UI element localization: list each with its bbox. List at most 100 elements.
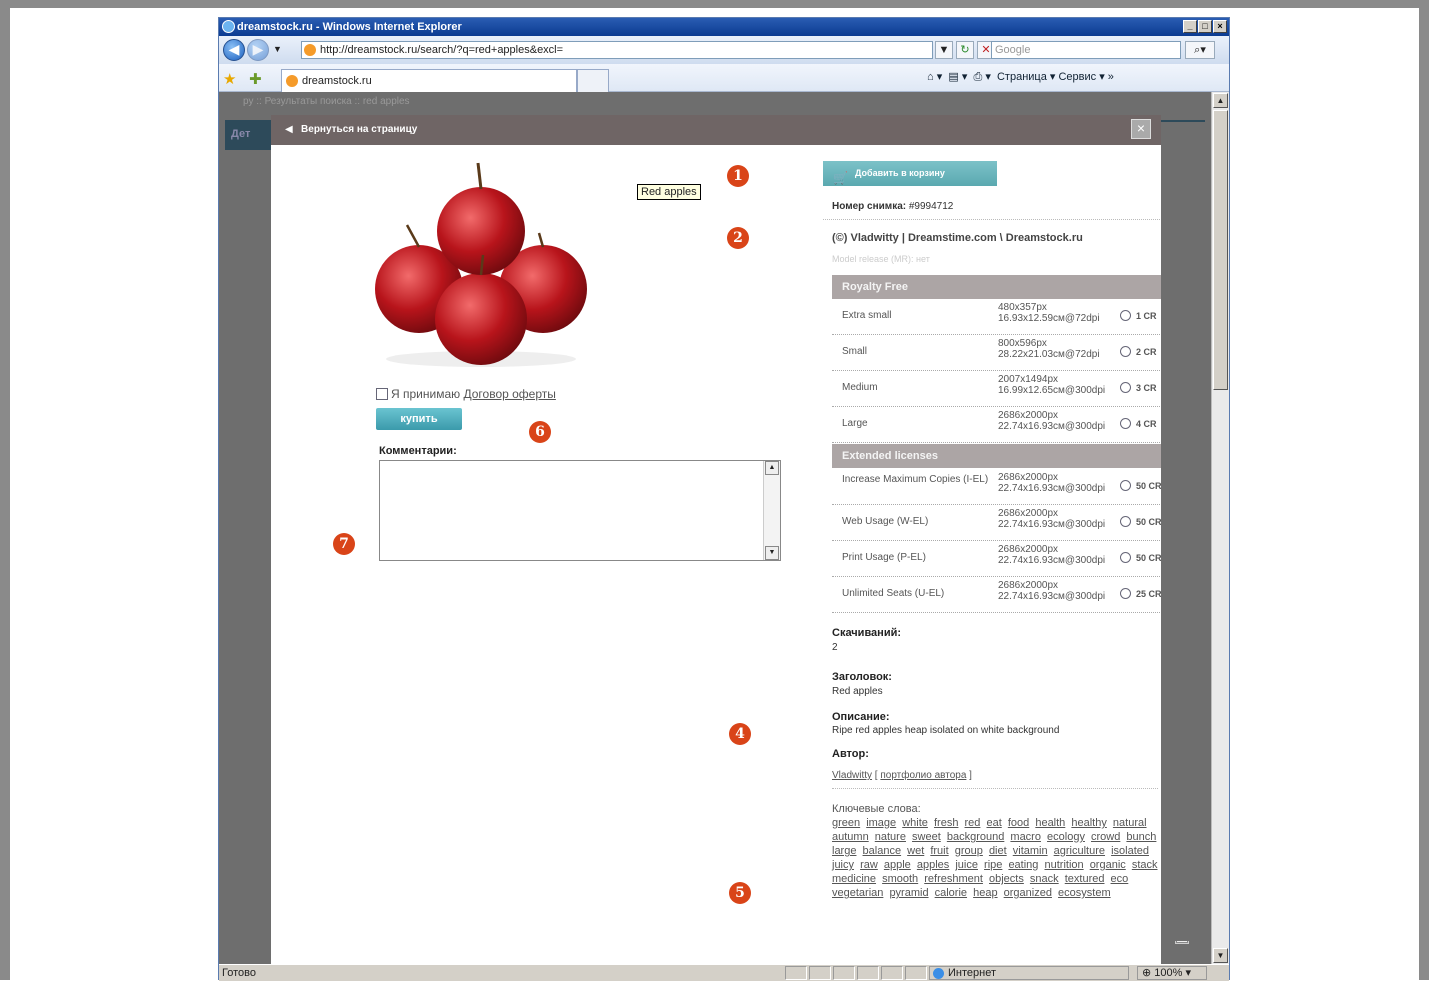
keyword-link[interactable]: juicy [832,859,854,871]
license-radio[interactable] [1120,480,1131,491]
feeds-icon[interactable]: ▤ [948,71,958,83]
page-scrollbar[interactable]: ▲ ▼ [1211,92,1229,964]
home-icon[interactable]: ⌂ [927,71,934,83]
keyword-link[interactable]: healthy [1071,817,1106,829]
keyword-link[interactable]: apples [917,859,949,871]
add-favorites-icon[interactable]: ✚ [249,70,262,88]
scroll-down-icon[interactable]: ▼ [765,546,779,560]
keyword-link[interactable]: vegetarian [832,887,883,899]
keyword-link[interactable]: balance [863,845,902,857]
command-bar-menus[interactable]: Страница ▾ Сервис ▾ [997,71,1105,83]
search-input[interactable]: Google [991,41,1181,59]
extended-license-row[interactable]: Print Usage (P-EL) 2686x2000px 22.74x16.93… [832,541,1166,577]
license-radio[interactable] [1120,588,1131,599]
zoom-control[interactable]: ⊕ 100% ▾ [1137,966,1207,980]
license-radio[interactable] [1120,552,1131,563]
keyword-link[interactable]: ecology [1047,831,1085,843]
keyword-link[interactable]: calorie [935,887,967,899]
new-tab-button[interactable] [577,69,609,93]
add-to-cart-button[interactable]: 🛒 Добавить в корзину [823,161,997,186]
back-arrow-icon[interactable]: ◀ [223,39,245,61]
author-link[interactable]: Vladwitty [832,770,872,781]
keyword-link[interactable]: natural [1113,817,1147,829]
keyword-link[interactable]: pyramid [889,887,928,899]
royalty-free-row[interactable]: Small 800x596px 28.22x21.03см@72dpi 2 CR [832,335,1166,371]
keyword-link[interactable]: macro [1010,831,1041,843]
license-radio[interactable] [1120,310,1131,321]
command-bar[interactable]: ⌂ ▾ ▤ ▾ ⎙ ▾ Страница ▾ Сервис ▾ » [927,70,1114,84]
keyword-link[interactable]: eat [986,817,1001,829]
keyword-link[interactable]: food [1008,817,1029,829]
history-dropdown-icon[interactable]: ▼ [273,44,282,54]
royalty-free-row[interactable]: Large 2686x2000px 22.74x16.93см@300dpi 4 CR [832,407,1166,443]
keyword-link[interactable]: eating [1008,859,1038,871]
keyword-link[interactable]: diet [989,845,1007,857]
keyword-link[interactable]: ecosystem [1058,887,1111,899]
back-to-page-link[interactable]: ◀ Вернуться на страницу [285,124,417,135]
print-icon[interactable]: ⎙ [973,71,982,83]
close-window-button[interactable]: × [1213,20,1227,33]
keyword-link[interactable]: organic [1090,859,1126,871]
keyword-link[interactable]: heap [973,887,997,899]
keyword-link[interactable]: objects [989,873,1024,885]
keyword-link[interactable]: wet [907,845,924,857]
security-zone[interactable]: Интернет [929,966,1129,980]
scroll-up-icon[interactable]: ▲ [1213,93,1228,108]
keyword-link[interactable]: background [947,831,1005,843]
maximize-button[interactable]: □ [1198,20,1212,33]
keyword-link[interactable]: textured [1065,873,1105,885]
scroll-thumb[interactable] [1213,110,1228,390]
keyword-link[interactable]: raw [860,859,878,871]
keyword-link[interactable]: eco [1111,873,1129,885]
keyword-link[interactable]: juice [955,859,978,871]
search-icon[interactable]: ⌕▾ [1185,41,1215,59]
minimize-button[interactable]: _ [1183,20,1197,33]
license-radio[interactable] [1120,382,1131,393]
buy-button[interactable]: купить [376,408,462,430]
address-dropdown-icon[interactable]: ▼ [935,41,953,59]
favorites-star-icon[interactable]: ★ [223,70,236,88]
keyword-link[interactable]: medicine [832,873,876,885]
license-radio[interactable] [1120,346,1131,357]
keyword-link[interactable]: nutrition [1044,859,1083,871]
keyword-link[interactable]: ripe [984,859,1002,871]
scroll-up-icon[interactable]: ▲ [765,461,779,475]
keyword-link[interactable]: snack [1030,873,1059,885]
extended-license-row[interactable]: Web Usage (W-EL) 2686x2000px 22.74x16.93см… [832,505,1166,541]
license-radio[interactable] [1120,418,1131,429]
keyword-link[interactable]: nature [875,831,906,843]
close-icon[interactable]: × [1131,119,1151,139]
comment-textarea[interactable]: ▲ ▼ [379,460,781,561]
keyword-link[interactable]: health [1035,817,1065,829]
license-radio[interactable] [1120,516,1131,527]
keyword-link[interactable]: crowd [1091,831,1120,843]
keyword-link[interactable]: vitamin [1013,845,1048,857]
keyword-link[interactable]: isolated [1111,845,1149,857]
forward-arrow-icon[interactable]: ▶ [247,39,269,61]
royalty-free-row[interactable]: Medium 2007x1494px 16.99x12.65см@300dpi 3 C… [832,371,1166,407]
royalty-free-row[interactable]: Extra small 480x357px 16.93x12.59см@72dpi 1… [832,299,1166,335]
keyword-link[interactable]: smooth [882,873,918,885]
keyword-link[interactable]: green [832,817,860,829]
keyword-link[interactable]: white [902,817,928,829]
agree-checkbox[interactable] [376,388,388,400]
keyword-link[interactable]: fresh [934,817,958,829]
keyword-link[interactable]: image [866,817,896,829]
keyword-link[interactable]: refreshment [924,873,983,885]
keyword-link[interactable]: large [832,845,856,857]
address-bar[interactable]: http://dreamstock.ru/search/?q=red+apple… [301,41,933,59]
offer-contract-link[interactable]: Договор оферты [463,387,555,401]
extended-license-row[interactable]: Unlimited Seats (U-EL) 2686x2000px 22.74x1… [832,577,1166,613]
keyword-link[interactable]: sweet [912,831,941,843]
keyword-link[interactable]: organized [1004,887,1052,899]
keyword-link[interactable]: apple [884,859,911,871]
extended-license-row[interactable]: Increase Maximum Copies (I-EL) 2686x2000p… [832,469,1166,505]
refresh-icon[interactable]: ↻ [956,41,974,59]
comment-scrollbar[interactable]: ▲ ▼ [763,461,780,560]
scroll-down-icon[interactable]: ▼ [1213,948,1228,963]
keyword-link[interactable]: fruit [930,845,948,857]
keyword-link[interactable]: bunch [1126,831,1156,843]
browser-tab[interactable]: dreamstock.ru [281,69,577,93]
keyword-link[interactable]: agriculture [1054,845,1105,857]
portfolio-link[interactable]: портфолио автора [880,770,966,781]
